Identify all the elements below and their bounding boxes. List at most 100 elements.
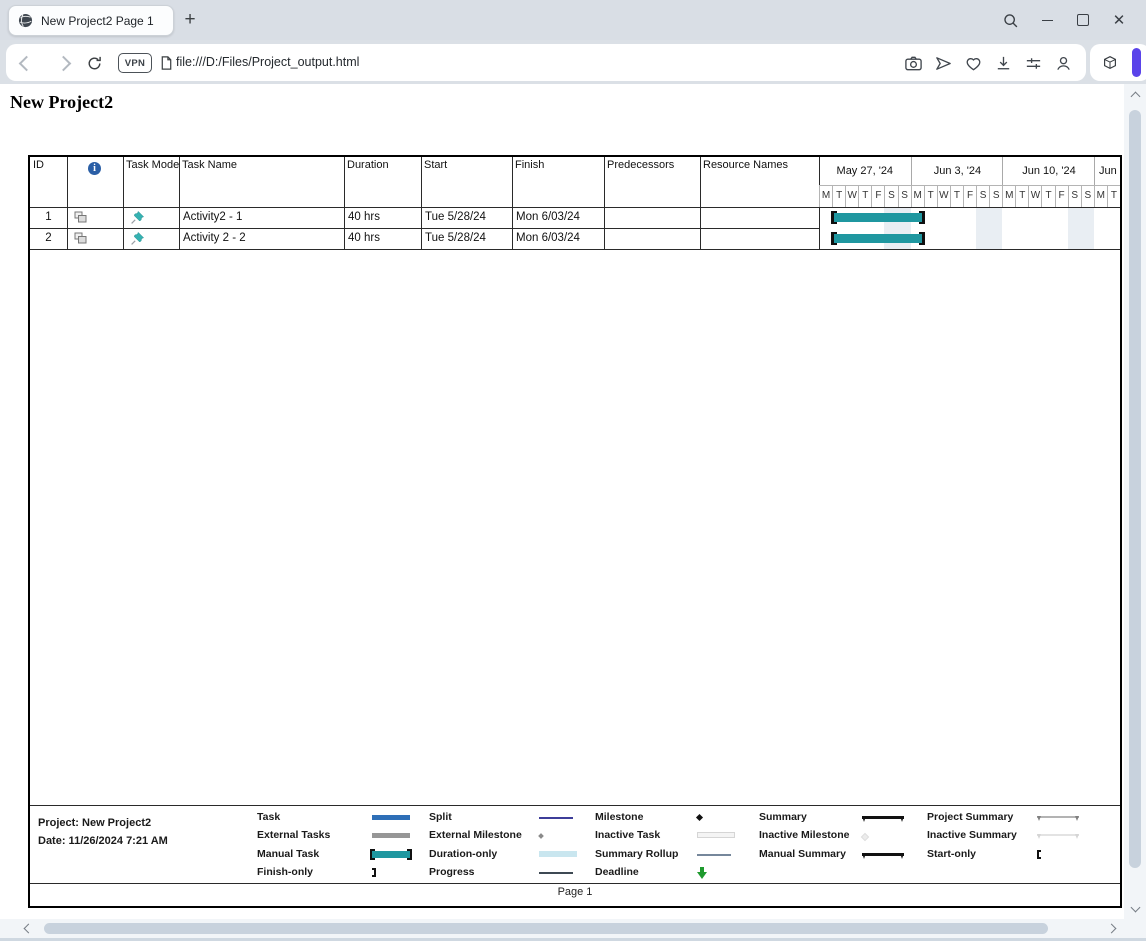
task-resources-cell [700, 207, 819, 228]
back-button[interactable] [14, 51, 38, 75]
col-header-task-mode: Task Mode [123, 158, 179, 171]
gantt-day-letter: S [976, 185, 989, 207]
extension-cube-icon[interactable] [1098, 51, 1122, 75]
legend-swatch-mile [696, 814, 703, 821]
legend-item-label: Deadline [595, 866, 639, 878]
task-predecessors-cell [604, 207, 700, 228]
legend-item-label: Split [429, 811, 452, 823]
titlebar-search-icon[interactable] [998, 8, 1022, 32]
legend-item-label: Inactive Task [595, 829, 660, 841]
gantt-day-letter: T [950, 185, 963, 207]
task-indicator-icon [74, 232, 87, 245]
bar-start-bracket [831, 211, 837, 224]
scroll-down-icon[interactable] [1131, 903, 1141, 913]
browser-toolbar: VPN file:///D:/Files/Project_output.html [6, 44, 1086, 81]
task-resources-cell [700, 228, 819, 249]
legend-item-label: Summary Rollup [595, 848, 678, 860]
gantt-day-letter: M [911, 185, 924, 207]
table-column-line [67, 157, 68, 249]
task-duration-cell: 40 hrs [344, 207, 421, 228]
close-button[interactable]: ✕ [1107, 8, 1131, 32]
gantt-day-letter: W [1028, 185, 1041, 207]
legend-date-line: Date: 11/26/2024 7:21 AM [38, 835, 168, 847]
gantt-weekend-shading [989, 207, 1002, 249]
gantt-day-letter: F [871, 185, 884, 207]
legend-swatch-psummary [1037, 816, 1079, 818]
table-bottom-line [30, 249, 1120, 250]
task-name-cell: Activity 2 - 2 [179, 228, 344, 249]
page-file-icon[interactable] [154, 51, 178, 75]
horizontal-scrollbar[interactable] [0, 919, 1124, 938]
task-predecessors-cell [604, 228, 700, 249]
col-header-start: Start [421, 158, 447, 171]
legend-item-label: Summary [759, 811, 807, 823]
gantt-day-letter: M [1002, 185, 1015, 207]
legend-swatch-ext [372, 833, 410, 838]
gantt-weekend-shading [1081, 207, 1094, 249]
gantt-day-letter: S [989, 185, 1002, 207]
task-name-cell: Activity2 - 1 [179, 207, 344, 228]
tab-strip: New Project2 Page 1 + ✕ [0, 0, 1146, 40]
legend-swatch-manual [372, 851, 410, 858]
legend-item-label: Progress [429, 866, 475, 878]
gantt-task-bar [833, 234, 923, 243]
table-column-line [123, 157, 124, 249]
profile-icon[interactable] [1051, 51, 1075, 75]
address-bar[interactable]: file:///D:/Files/Project_output.html [176, 44, 359, 81]
extensions-panel [1090, 44, 1146, 81]
legend-item-label: Start-only [927, 848, 976, 860]
maximize-button[interactable] [1071, 8, 1095, 32]
forward-button[interactable] [51, 51, 75, 75]
screenshot-camera-icon[interactable] [901, 51, 925, 75]
legend-item-label: Inactive Milestone [759, 829, 849, 841]
legend-swatch-deadline [697, 867, 707, 879]
scroll-up-icon[interactable] [1131, 92, 1141, 102]
bar-finish-bracket [919, 232, 925, 245]
legend-swatch-msummary [862, 853, 904, 856]
scroll-right-icon[interactable] [1107, 924, 1117, 934]
minimize-button[interactable] [1035, 8, 1059, 32]
task-id-cell: 2 [30, 228, 67, 249]
legend-swatch-duronly [539, 851, 577, 857]
gantt-day-letter: S [884, 185, 897, 207]
reload-button[interactable] [82, 51, 106, 75]
col-header-resource-names: Resource Names [700, 158, 788, 171]
new-tab-button[interactable]: + [178, 6, 202, 34]
browser-tab[interactable]: New Project2 Page 1 [8, 5, 174, 36]
gantt-week-label: Jun 10, '24 [1002, 157, 1095, 185]
downloads-icon[interactable] [991, 51, 1015, 75]
gantt-day-letter: S [1068, 185, 1081, 207]
share-send-icon[interactable] [931, 51, 955, 75]
legend-swatch-summary [862, 816, 904, 819]
legend-item-label: Milestone [595, 811, 643, 823]
col-header-finish: Finish [512, 158, 544, 171]
page-title: New Project2 [10, 92, 113, 113]
scrollbar-corner [1124, 919, 1146, 938]
horizontal-scroll-thumb[interactable] [44, 923, 1048, 934]
vertical-scroll-thumb[interactable] [1129, 110, 1141, 868]
legend-swatch-extmile [538, 833, 544, 839]
bar-finish-bracket [919, 211, 925, 224]
page-number: Page 1 [30, 886, 1120, 898]
legend-item-label: External Tasks [257, 829, 330, 841]
legend-swatch-rollup [697, 854, 731, 856]
vertical-scrollbar[interactable] [1124, 84, 1146, 919]
settings-sliders-icon[interactable] [1021, 51, 1045, 75]
col-header-id: ID [30, 158, 44, 171]
manually-scheduled-pin-icon [130, 231, 145, 246]
tab-title: New Project2 Page 1 [41, 14, 154, 28]
gantt-day-letter: S [1081, 185, 1094, 207]
favorites-heart-icon[interactable] [961, 51, 985, 75]
sidebar-accent-pill[interactable] [1132, 48, 1141, 77]
tab-globe-icon [18, 13, 33, 28]
legend-item-label: Task [257, 811, 280, 823]
gantt-week-label: May 27, '24 [819, 157, 911, 185]
legend-swatch-inactive [697, 832, 735, 838]
col-header-task-name: Task Name [179, 158, 237, 171]
legend-swatch-split [539, 817, 573, 819]
legend-swatch-start [1037, 850, 1041, 859]
scroll-left-icon[interactable] [24, 924, 34, 934]
vpn-badge[interactable]: VPN [118, 53, 152, 73]
gantt-weekend-shading [1068, 207, 1081, 249]
legend-top-line [30, 805, 1120, 806]
